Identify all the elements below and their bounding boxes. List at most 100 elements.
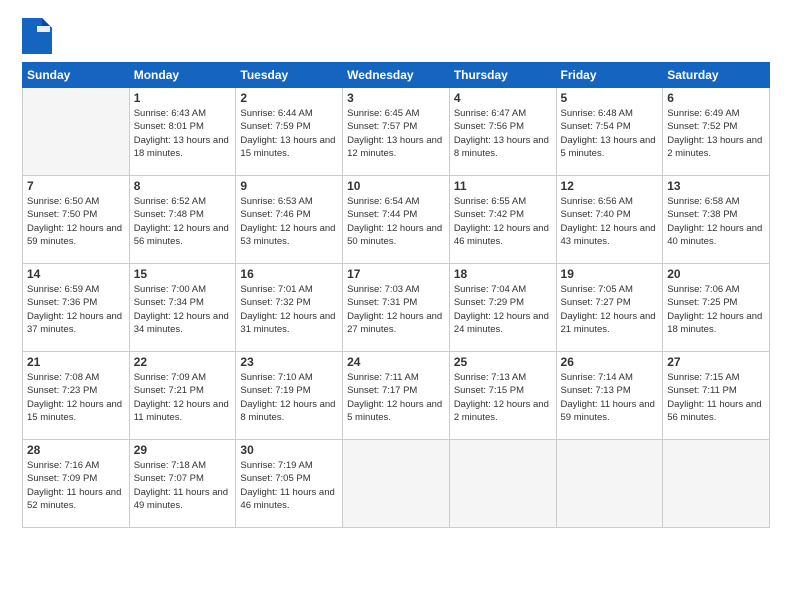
day-number: 21 (27, 355, 125, 369)
header (22, 18, 770, 54)
calendar-cell: 9 Sunrise: 6:53 AMSunset: 7:46 PMDaylight… (236, 176, 343, 264)
calendar-cell: 22 Sunrise: 7:09 AMSunset: 7:21 PMDayligh… (129, 352, 236, 440)
day-number: 5 (561, 91, 659, 105)
day-number: 12 (561, 179, 659, 193)
day-info: Sunrise: 6:43 AMSunset: 8:01 PMDaylight:… (134, 107, 232, 160)
logo (22, 18, 56, 54)
day-number: 27 (667, 355, 765, 369)
calendar-cell: 13 Sunrise: 6:58 AMSunset: 7:38 PMDayligh… (663, 176, 770, 264)
day-number: 11 (454, 179, 552, 193)
calendar-cell: 1 Sunrise: 6:43 AMSunset: 8:01 PMDaylight… (129, 88, 236, 176)
day-info: Sunrise: 7:03 AMSunset: 7:31 PMDaylight:… (347, 283, 445, 336)
weekday-header-row: SundayMondayTuesdayWednesdayThursdayFrid… (23, 63, 770, 88)
day-info: Sunrise: 7:16 AMSunset: 7:09 PMDaylight:… (27, 459, 125, 512)
calendar-cell: 12 Sunrise: 6:56 AMSunset: 7:40 PMDayligh… (556, 176, 663, 264)
calendar-cell: 14 Sunrise: 6:59 AMSunset: 7:36 PMDayligh… (23, 264, 130, 352)
day-info: Sunrise: 7:01 AMSunset: 7:32 PMDaylight:… (240, 283, 338, 336)
day-info: Sunrise: 7:08 AMSunset: 7:23 PMDaylight:… (27, 371, 125, 424)
calendar-cell: 20Sunrise: 7:06 AMSunset: 7:25 PMDayligh… (663, 264, 770, 352)
day-info: Sunrise: 7:11 AMSunset: 7:17 PMDaylight:… (347, 371, 445, 424)
calendar-cell (663, 440, 770, 528)
calendar-week-row: 21 Sunrise: 7:08 AMSunset: 7:23 PMDayligh… (23, 352, 770, 440)
day-info: Sunrise: 6:49 AMSunset: 7:52 PMDaylight:… (667, 107, 765, 160)
calendar-cell (556, 440, 663, 528)
day-number: 17 (347, 267, 445, 281)
weekday-header-wednesday: Wednesday (343, 63, 450, 88)
day-number: 1 (134, 91, 232, 105)
day-number: 24 (347, 355, 445, 369)
day-info: Sunrise: 7:19 AMSunset: 7:05 PMDaylight:… (240, 459, 338, 512)
day-number: 8 (134, 179, 232, 193)
day-info: Sunrise: 6:50 AMSunset: 7:50 PMDaylight:… (27, 195, 125, 248)
calendar-cell: 3Sunrise: 6:45 AMSunset: 7:57 PMDaylight… (343, 88, 450, 176)
day-number: 23 (240, 355, 338, 369)
weekday-header-thursday: Thursday (449, 63, 556, 88)
calendar-cell: 18 Sunrise: 7:04 AMSunset: 7:29 PMDayligh… (449, 264, 556, 352)
calendar-cell: 2 Sunrise: 6:44 AMSunset: 7:59 PMDaylight… (236, 88, 343, 176)
day-number: 7 (27, 179, 125, 193)
day-info: Sunrise: 7:00 AMSunset: 7:34 PMDaylight:… (134, 283, 232, 336)
calendar-week-row: 14 Sunrise: 6:59 AMSunset: 7:36 PMDayligh… (23, 264, 770, 352)
calendar-table: SundayMondayTuesdayWednesdayThursdayFrid… (22, 62, 770, 528)
day-info: Sunrise: 6:55 AMSunset: 7:42 PMDaylight:… (454, 195, 552, 248)
calendar-week-row: 7 Sunrise: 6:50 AMSunset: 7:50 PMDaylight… (23, 176, 770, 264)
day-number: 14 (27, 267, 125, 281)
day-info: Sunrise: 7:14 AMSunset: 7:13 PMDaylight:… (561, 371, 659, 424)
day-info: Sunrise: 6:59 AMSunset: 7:36 PMDaylight:… (27, 283, 125, 336)
day-number: 15 (134, 267, 232, 281)
day-number: 26 (561, 355, 659, 369)
calendar-cell: 23 Sunrise: 7:10 AMSunset: 7:19 PMDayligh… (236, 352, 343, 440)
calendar-week-row: 1 Sunrise: 6:43 AMSunset: 8:01 PMDaylight… (23, 88, 770, 176)
day-info: Sunrise: 6:56 AMSunset: 7:40 PMDaylight:… (561, 195, 659, 248)
day-info: Sunrise: 6:52 AMSunset: 7:48 PMDaylight:… (134, 195, 232, 248)
day-number: 10 (347, 179, 445, 193)
calendar-cell (449, 440, 556, 528)
calendar-cell: 24 Sunrise: 7:11 AMSunset: 7:17 PMDayligh… (343, 352, 450, 440)
day-info: Sunrise: 7:18 AMSunset: 7:07 PMDaylight:… (134, 459, 232, 512)
weekday-header-monday: Monday (129, 63, 236, 88)
day-info: Sunrise: 7:04 AMSunset: 7:29 PMDaylight:… (454, 283, 552, 336)
day-info: Sunrise: 6:58 AMSunset: 7:38 PMDaylight:… (667, 195, 765, 248)
day-number: 20 (667, 267, 765, 281)
day-info: Sunrise: 7:09 AMSunset: 7:21 PMDaylight:… (134, 371, 232, 424)
weekday-header-tuesday: Tuesday (236, 63, 343, 88)
day-number: 18 (454, 267, 552, 281)
calendar-cell: 19 Sunrise: 7:05 AMSunset: 7:27 PMDayligh… (556, 264, 663, 352)
day-info: Sunrise: 6:53 AMSunset: 7:46 PMDaylight:… (240, 195, 338, 248)
day-number: 25 (454, 355, 552, 369)
weekday-header-saturday: Saturday (663, 63, 770, 88)
calendar-cell: 26 Sunrise: 7:14 AMSunset: 7:13 PMDayligh… (556, 352, 663, 440)
calendar-cell (343, 440, 450, 528)
calendar-cell: 30Sunrise: 7:19 AMSunset: 7:05 PMDayligh… (236, 440, 343, 528)
day-number: 28 (27, 443, 125, 457)
day-number: 4 (454, 91, 552, 105)
day-number: 22 (134, 355, 232, 369)
day-info: Sunrise: 6:47 AMSunset: 7:56 PMDaylight:… (454, 107, 552, 160)
calendar-cell: 29 Sunrise: 7:18 AMSunset: 7:07 PMDayligh… (129, 440, 236, 528)
calendar-cell: 25 Sunrise: 7:13 AMSunset: 7:15 PMDayligh… (449, 352, 556, 440)
calendar-week-row: 28 Sunrise: 7:16 AMSunset: 7:09 PMDayligh… (23, 440, 770, 528)
day-info: Sunrise: 7:13 AMSunset: 7:15 PMDaylight:… (454, 371, 552, 424)
day-info: Sunrise: 6:48 AMSunset: 7:54 PMDaylight:… (561, 107, 659, 160)
calendar-cell: 17 Sunrise: 7:03 AMSunset: 7:31 PMDayligh… (343, 264, 450, 352)
day-number: 6 (667, 91, 765, 105)
calendar-cell: 6 Sunrise: 6:49 AMSunset: 7:52 PMDaylight… (663, 88, 770, 176)
calendar-cell: 11 Sunrise: 6:55 AMSunset: 7:42 PMDayligh… (449, 176, 556, 264)
day-number: 13 (667, 179, 765, 193)
calendar-cell: 5 Sunrise: 6:48 AMSunset: 7:54 PMDaylight… (556, 88, 663, 176)
day-info: Sunrise: 7:10 AMSunset: 7:19 PMDaylight:… (240, 371, 338, 424)
day-info: Sunrise: 7:15 AMSunset: 7:11 PMDaylight:… (667, 371, 765, 424)
day-number: 2 (240, 91, 338, 105)
day-info: Sunrise: 6:44 AMSunset: 7:59 PMDaylight:… (240, 107, 338, 160)
calendar-cell (23, 88, 130, 176)
day-info: Sunrise: 6:54 AMSunset: 7:44 PMDaylight:… (347, 195, 445, 248)
weekday-header-friday: Friday (556, 63, 663, 88)
day-info: Sunrise: 7:05 AMSunset: 7:27 PMDaylight:… (561, 283, 659, 336)
day-number: 19 (561, 267, 659, 281)
calendar-cell: 10 Sunrise: 6:54 AMSunset: 7:44 PMDayligh… (343, 176, 450, 264)
day-number: 9 (240, 179, 338, 193)
day-number: 16 (240, 267, 338, 281)
weekday-header-sunday: Sunday (23, 63, 130, 88)
page: SundayMondayTuesdayWednesdayThursdayFrid… (0, 0, 792, 612)
day-number: 29 (134, 443, 232, 457)
